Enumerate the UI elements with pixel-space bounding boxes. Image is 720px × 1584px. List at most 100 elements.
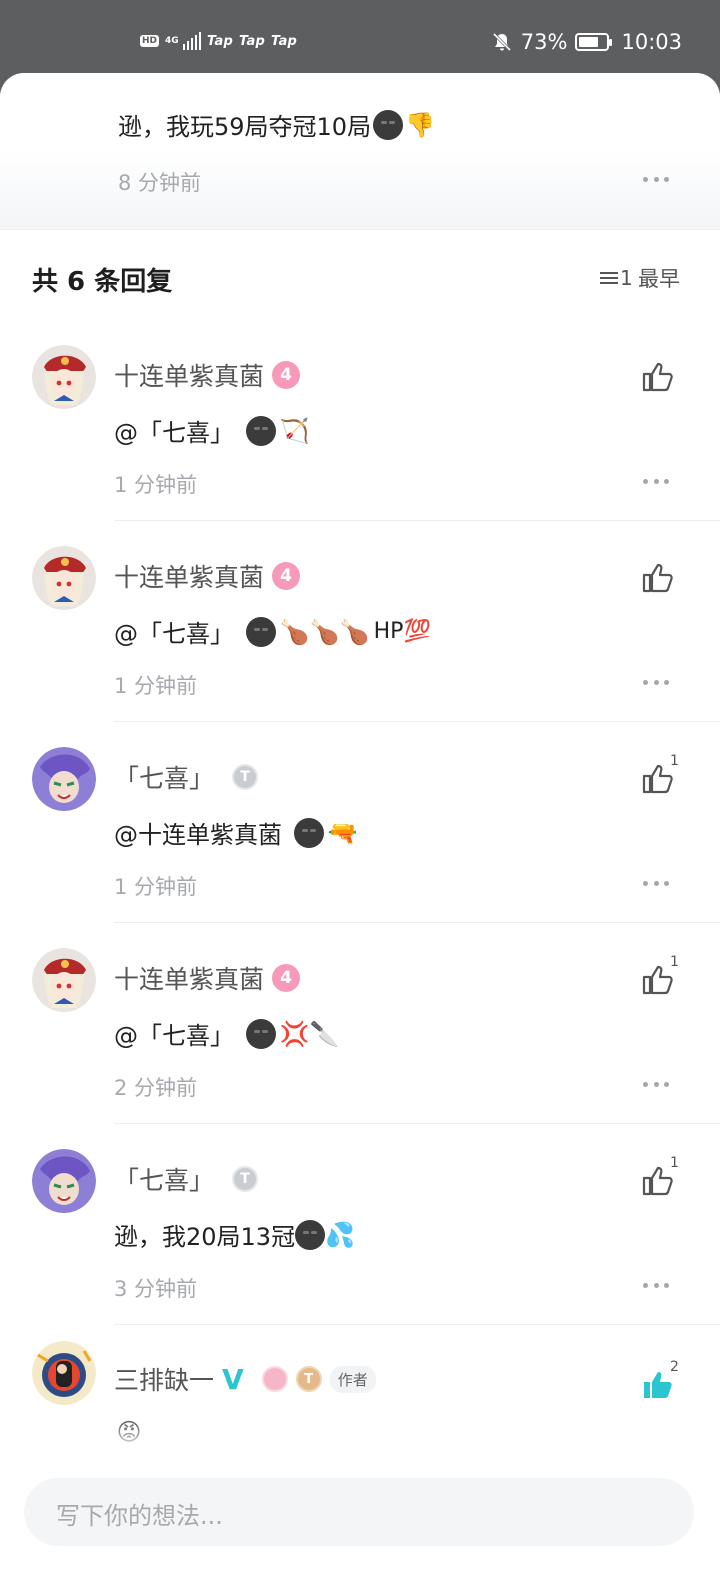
emoji: 🍗 (279, 617, 310, 646)
pink-badge-icon (261, 1366, 288, 1392)
signal-icon (183, 32, 202, 50)
reply-divider (114, 922, 720, 923)
verified-icon: V (222, 1362, 244, 1396)
carrier-tag: Tap (207, 33, 234, 49)
emoji: 🔫 (327, 818, 358, 847)
carrier-tag: Tap (271, 33, 298, 49)
avatar[interactable] (32, 1149, 96, 1213)
carrier-tag: Tap (239, 33, 266, 49)
author-name-row: 三排缺一 V T 作者 (114, 1361, 376, 1397)
comment-input-placeholder: 写下你的想法... (56, 1502, 223, 1530)
avatar[interactable] (32, 948, 96, 1012)
thumbs-up-icon[interactable] (640, 1165, 674, 1197)
like-count: 1 (670, 753, 679, 769)
status-bar: HD 4G Tap Tap Tap 73% 10:03 (0, 0, 720, 80)
reply-name-row: 「七喜」 T (114, 1161, 259, 1197)
emoji: 🍗 (339, 617, 370, 646)
reply-item[interactable]: 十连单紫真菌 4 @「七喜」 💢🔪 2 分钟前 1 (0, 924, 720, 1124)
reply-item[interactable]: 十连单紫真菌 4 @「七喜」 🏹 1 分钟前 (0, 321, 720, 521)
reply-text: 逊，我20局13冠 (114, 1223, 296, 1251)
replies-count-title: 共 6 条回复 (32, 267, 173, 297)
more-options-icon[interactable] (643, 1080, 669, 1088)
reply-content: @「七喜」 🏹 (114, 413, 314, 448)
avatar[interactable] (32, 1341, 96, 1405)
reply-time: 1 分钟前 (114, 875, 198, 899)
parent-comment: 逊，我玩59局夺冠10局 👎 8 分钟前 (0, 73, 720, 229)
emoji: 🏹 (279, 416, 310, 445)
dark-face-emoji (245, 415, 276, 446)
more-options-icon[interactable] (643, 678, 669, 686)
dark-face-emoji (295, 1219, 326, 1250)
reply-content: 逊，我20局13冠 💦 (114, 1217, 355, 1252)
reply-content: @「七喜」 💢🔪 (114, 1016, 344, 1051)
thumbs-up-icon[interactable] (640, 562, 674, 594)
reply-time: 2 分钟前 (114, 1076, 198, 1100)
reply-divider (114, 721, 720, 722)
badge-t-icon: T (232, 1166, 259, 1192)
clock: 10:03 (621, 30, 682, 54)
emoji: 💢 (279, 1019, 310, 1048)
reply-name-row: 十连单紫真菌 4 (114, 558, 301, 594)
author-tag: 作者 (329, 1365, 376, 1393)
avatar[interactable] (32, 747, 96, 811)
like-count: 1 (670, 954, 679, 970)
dark-face-emoji (373, 109, 404, 140)
reply-content: @「七喜」 🍗🍗🍗 HP💯 (114, 614, 431, 649)
reply-time: 1 分钟前 (114, 473, 198, 497)
thumbs-up-icon[interactable] (640, 763, 674, 795)
emoji: 🔪 (309, 1019, 340, 1048)
gold-badge-icon: T (295, 1366, 322, 1392)
reply-divider (114, 520, 720, 521)
emoji: 💦 (325, 1220, 356, 1249)
reply-text: @「七喜」 (114, 419, 242, 447)
composer-bar: 写下你的想法... (0, 1453, 720, 1584)
divider (0, 229, 720, 230)
reply-text: @「七喜」 (114, 620, 242, 648)
username[interactable]: 十连单紫真菌 (114, 960, 264, 996)
dark-face-emoji (245, 616, 276, 647)
reply-name-row: 十连单紫真菌 4 (114, 960, 301, 996)
username[interactable]: 十连单紫真菌 (114, 357, 264, 393)
avatar[interactable] (32, 546, 96, 610)
reply-item[interactable]: 「七喜」 T @十连单紫真菌 🔫 1 分钟前 1 (0, 723, 720, 923)
thumbs-up-icon[interactable] (640, 964, 674, 996)
more-options-icon[interactable] (643, 1281, 669, 1289)
reply-name-row: 「七喜」 T (114, 759, 259, 795)
reply-suffix: HP💯 (373, 619, 431, 644)
like-count: 2 (670, 1359, 679, 1375)
status-right: 73% 10:03 (491, 30, 682, 54)
thumbs-up-icon[interactable] (640, 361, 674, 393)
reply-item[interactable]: 十连单紫真菌 4 @「七喜」 🍗🍗🍗 HP💯 1 分钟前 (0, 522, 720, 722)
parent-comment-text: 逊，我玩59局夺冠10局 👎 (118, 107, 435, 142)
sort-toggle[interactable]: 1 最早 (600, 263, 680, 293)
avatar[interactable] (32, 345, 96, 409)
reply-divider (114, 1123, 720, 1124)
reply-name-row: 十连单紫真菌 4 (114, 357, 301, 393)
reply-time: 1 分钟前 (114, 674, 198, 698)
level-badge: 4 (272, 361, 301, 389)
replies-sheet: 逊，我玩59局夺冠10局 👎 8 分钟前 共 6 条回复 1 最早 十连单紫真菌… (0, 73, 720, 1584)
thumbs-up-filled-icon[interactable] (640, 1369, 674, 1401)
battery-percent: 73% (520, 30, 568, 54)
username[interactable]: 十连单紫真菌 (114, 558, 264, 594)
reply-text: @十连单紫真菌 (114, 821, 290, 849)
thumbs-down-emoji: 👎 (405, 110, 436, 139)
reply-time: 3 分钟前 (114, 1277, 198, 1301)
comment-input[interactable]: 写下你的想法... (24, 1478, 694, 1546)
more-options-icon[interactable] (643, 175, 669, 183)
parent-comment-body: 逊，我玩59局夺冠10局 (118, 113, 372, 141)
bell-muted-icon (492, 32, 511, 52)
username[interactable]: 「七喜」 (114, 759, 214, 795)
dark-face-emoji (293, 817, 324, 848)
reply-item[interactable]: 「七喜」 T 逊，我20局13冠 💦 3 分钟前 1 (0, 1125, 720, 1325)
level-badge: 4 (272, 562, 301, 590)
status-left: HD 4G Tap Tap Tap (140, 32, 297, 50)
username[interactable]: 「七喜」 (114, 1161, 214, 1197)
dark-face-emoji (245, 1018, 276, 1049)
more-options-icon[interactable] (643, 879, 669, 887)
badge-t-icon: T (232, 764, 259, 790)
username[interactable]: 三排缺一 (114, 1361, 214, 1397)
network-type: 4G (165, 35, 179, 46)
bottom-fade (0, 1413, 720, 1453)
more-options-icon[interactable] (643, 477, 669, 485)
